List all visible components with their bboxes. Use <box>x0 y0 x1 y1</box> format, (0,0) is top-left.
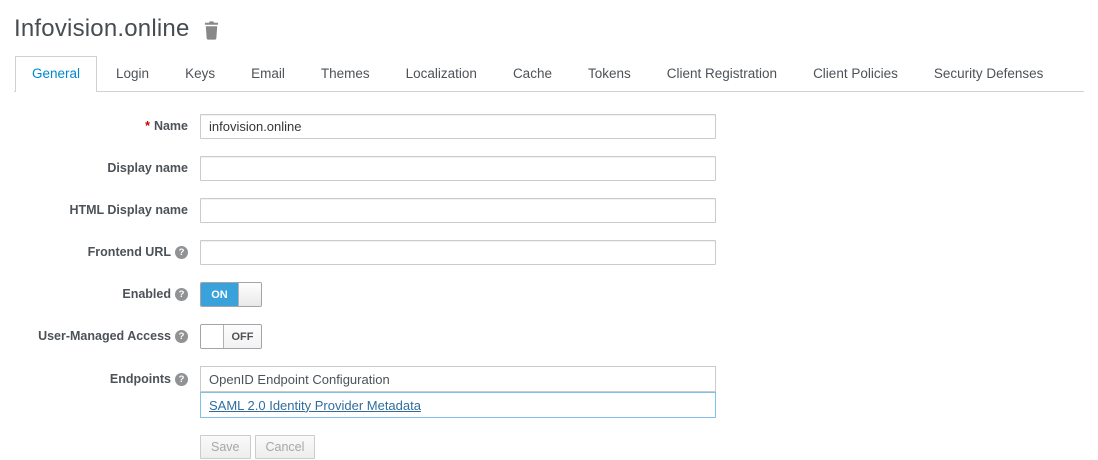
tab-client-policies[interactable]: Client Policies <box>796 56 915 91</box>
page-header: Infovision.online <box>14 16 1084 42</box>
display-name-row: Display name <box>14 156 1084 181</box>
endpoints-label: Endpoints ? <box>14 366 188 387</box>
general-settings-form: * Name Display name HTML Display name Fr… <box>14 114 1084 459</box>
toggle-off-label: OFF <box>224 325 261 348</box>
delete-realm-button[interactable] <box>203 21 220 40</box>
tab-localization[interactable]: Localization <box>389 56 494 91</box>
openid-endpoint-configuration-link[interactable]: OpenID Endpoint Configuration <box>209 372 390 387</box>
saml-identity-provider-metadata-link[interactable]: SAML 2.0 Identity Provider Metadata <box>209 398 421 413</box>
enabled-row: Enabled ? ON <box>14 282 1084 307</box>
frontend-url-input[interactable] <box>200 240 716 265</box>
toggle-handle <box>201 325 224 348</box>
display-name-label: Display name <box>14 161 188 176</box>
tab-email[interactable]: Email <box>234 56 302 91</box>
save-button[interactable]: Save <box>200 435 251 459</box>
display-name-input[interactable] <box>200 156 716 181</box>
cancel-button[interactable]: Cancel <box>255 435 316 459</box>
user-managed-access-row: User-Managed Access ? OFF <box>14 324 1084 349</box>
toggle-on-label: ON <box>201 283 238 306</box>
endpoints-row: Endpoints ? OpenID Endpoint Configuratio… <box>14 366 1084 418</box>
realm-settings-page: Infovision.online General Login Keys Ema… <box>0 0 1098 459</box>
tab-bar: General Login Keys Email Themes Localiza… <box>14 56 1084 92</box>
html-display-name-row: HTML Display name <box>14 198 1084 223</box>
endpoint-row-openid: OpenID Endpoint Configuration <box>200 366 716 392</box>
enabled-label: Enabled ? <box>14 287 188 302</box>
help-icon[interactable]: ? <box>175 246 188 259</box>
html-display-name-input[interactable] <box>200 198 716 223</box>
required-marker: * <box>145 119 150 134</box>
frontend-url-label: Frontend URL ? <box>14 245 188 260</box>
tab-cache[interactable]: Cache <box>496 56 569 91</box>
enabled-toggle[interactable]: ON <box>200 282 262 307</box>
endpoint-row-saml: SAML 2.0 Identity Provider Metadata <box>200 392 716 418</box>
page-title: Infovision.online <box>14 16 190 42</box>
html-display-name-label: HTML Display name <box>14 203 188 218</box>
frontend-url-row: Frontend URL ? <box>14 240 1084 265</box>
name-row: * Name <box>14 114 1084 139</box>
tab-themes[interactable]: Themes <box>304 56 387 91</box>
tab-login[interactable]: Login <box>99 56 166 91</box>
help-icon[interactable]: ? <box>175 330 188 343</box>
tab-keys[interactable]: Keys <box>168 56 232 91</box>
tab-security-defenses[interactable]: Security Defenses <box>917 56 1061 91</box>
tab-general[interactable]: General <box>15 56 97 92</box>
toggle-handle <box>238 283 261 306</box>
form-actions: Save Cancel <box>200 435 1084 459</box>
name-input[interactable] <box>200 114 716 139</box>
trash-icon <box>203 21 220 40</box>
tab-client-registration[interactable]: Client Registration <box>650 56 794 91</box>
tab-tokens[interactable]: Tokens <box>571 56 648 91</box>
user-managed-access-toggle[interactable]: OFF <box>200 324 262 349</box>
name-label: * Name <box>14 119 188 134</box>
help-icon[interactable]: ? <box>175 288 188 301</box>
endpoints-list: OpenID Endpoint Configuration SAML 2.0 I… <box>200 366 716 418</box>
help-icon[interactable]: ? <box>175 373 188 386</box>
user-managed-access-label: User-Managed Access ? <box>14 329 188 344</box>
